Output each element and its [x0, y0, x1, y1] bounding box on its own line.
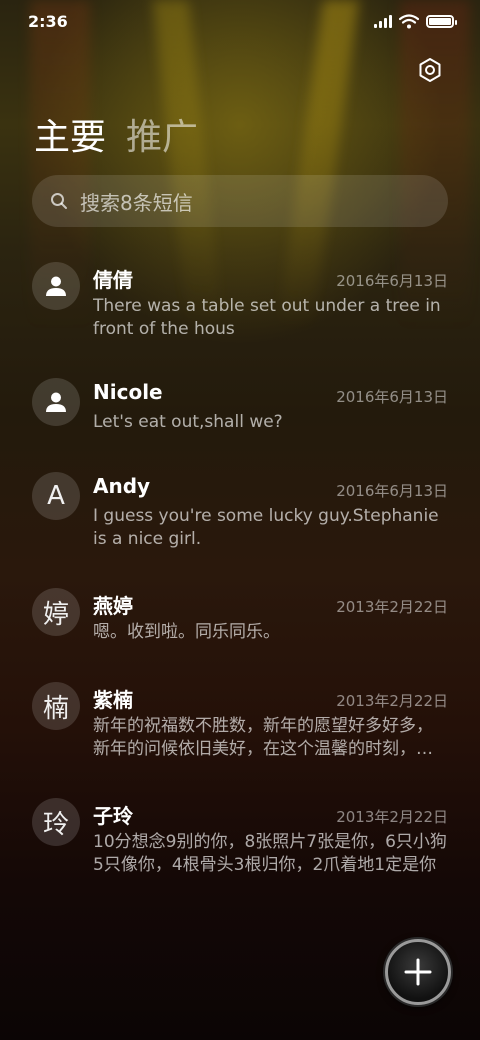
- conversation-item[interactable]: 楠 紫楠 2013年2月22日 新年的祝福数不胜数，新年的愿望好多好多，新年的问…: [0, 674, 480, 774]
- gear-icon: [419, 58, 441, 82]
- tab-promotions[interactable]: 推广: [126, 108, 198, 160]
- status-time: 2:36: [28, 11, 68, 31]
- avatar: 玲: [32, 798, 80, 846]
- message-date: 2013年2月22日: [336, 598, 448, 616]
- contact-name: 倩倩: [93, 268, 133, 292]
- conversation-item[interactable]: 婷 燕婷 2013年2月22日 嗯。收到啦。同乐同乐。: [0, 580, 480, 650]
- message-date: 2016年6月13日: [336, 388, 448, 406]
- message-preview: 10分想念9别的你，8张照片7张是你，6只小狗5只像你，4根骨头3根归你，2爪着…: [93, 832, 447, 875]
- search-input[interactable]: 搜索8条短信: [80, 187, 193, 216]
- search-bar[interactable]: 搜索8条短信: [32, 175, 448, 227]
- status-icons: [374, 13, 457, 29]
- avatar: 婷: [32, 588, 80, 636]
- plus-icon: [404, 958, 432, 986]
- person-icon: [46, 392, 66, 412]
- settings-button[interactable]: [414, 54, 446, 86]
- message-preview: 新年的祝福数不胜数，新年的愿望好多好多，新年的问候依旧美好，在这个温馨的时刻，送…: [93, 716, 433, 759]
- avatar: [32, 262, 80, 310]
- message-preview: I guess you're some lucky guy.Stephanie …: [93, 506, 439, 549]
- tab-bar: 主要 推广: [34, 108, 198, 160]
- message-preview: 嗯。收到啦。同乐同乐。: [93, 622, 280, 642]
- status-bar: 2:36: [0, 0, 480, 42]
- wifi-icon: [399, 13, 419, 28]
- conversation-item[interactable]: 倩倩 2016年6月13日 There was a table set out …: [0, 254, 480, 354]
- new-message-button[interactable]: [385, 939, 451, 1005]
- message-date: 2013年2月22日: [336, 808, 448, 826]
- tab-primary[interactable]: 主要: [34, 108, 106, 160]
- contact-name: 子玲: [93, 804, 133, 828]
- message-preview: Let's eat out,shall we?: [93, 412, 283, 432]
- battery-icon: [426, 14, 457, 28]
- person-icon: [46, 276, 66, 296]
- search-icon: [51, 193, 67, 209]
- conversation-item[interactable]: A Andy 2016年6月13日 I guess you're some lu…: [0, 464, 480, 564]
- message-date: 2016年6月13日: [336, 482, 448, 500]
- contact-name: Nicole: [93, 380, 163, 404]
- message-preview: There was a table set out under a tree i…: [93, 296, 441, 339]
- contact-name: 燕婷: [93, 594, 133, 618]
- avatar: 楠: [32, 682, 80, 730]
- conversation-item[interactable]: 玲 子玲 2013年2月22日 10分想念9别的你，8张照片7张是你，6只小狗5…: [0, 790, 480, 890]
- message-date: 2016年6月13日: [336, 272, 448, 290]
- signal-icon: [374, 14, 392, 28]
- contact-name: Andy: [93, 474, 151, 498]
- avatar: [32, 378, 80, 426]
- conversation-item[interactable]: Nicole 2016年6月13日 Let's eat out,shall we…: [0, 370, 480, 440]
- contact-name: 紫楠: [93, 688, 133, 712]
- avatar: A: [32, 472, 80, 520]
- message-date: 2013年2月22日: [336, 692, 448, 710]
